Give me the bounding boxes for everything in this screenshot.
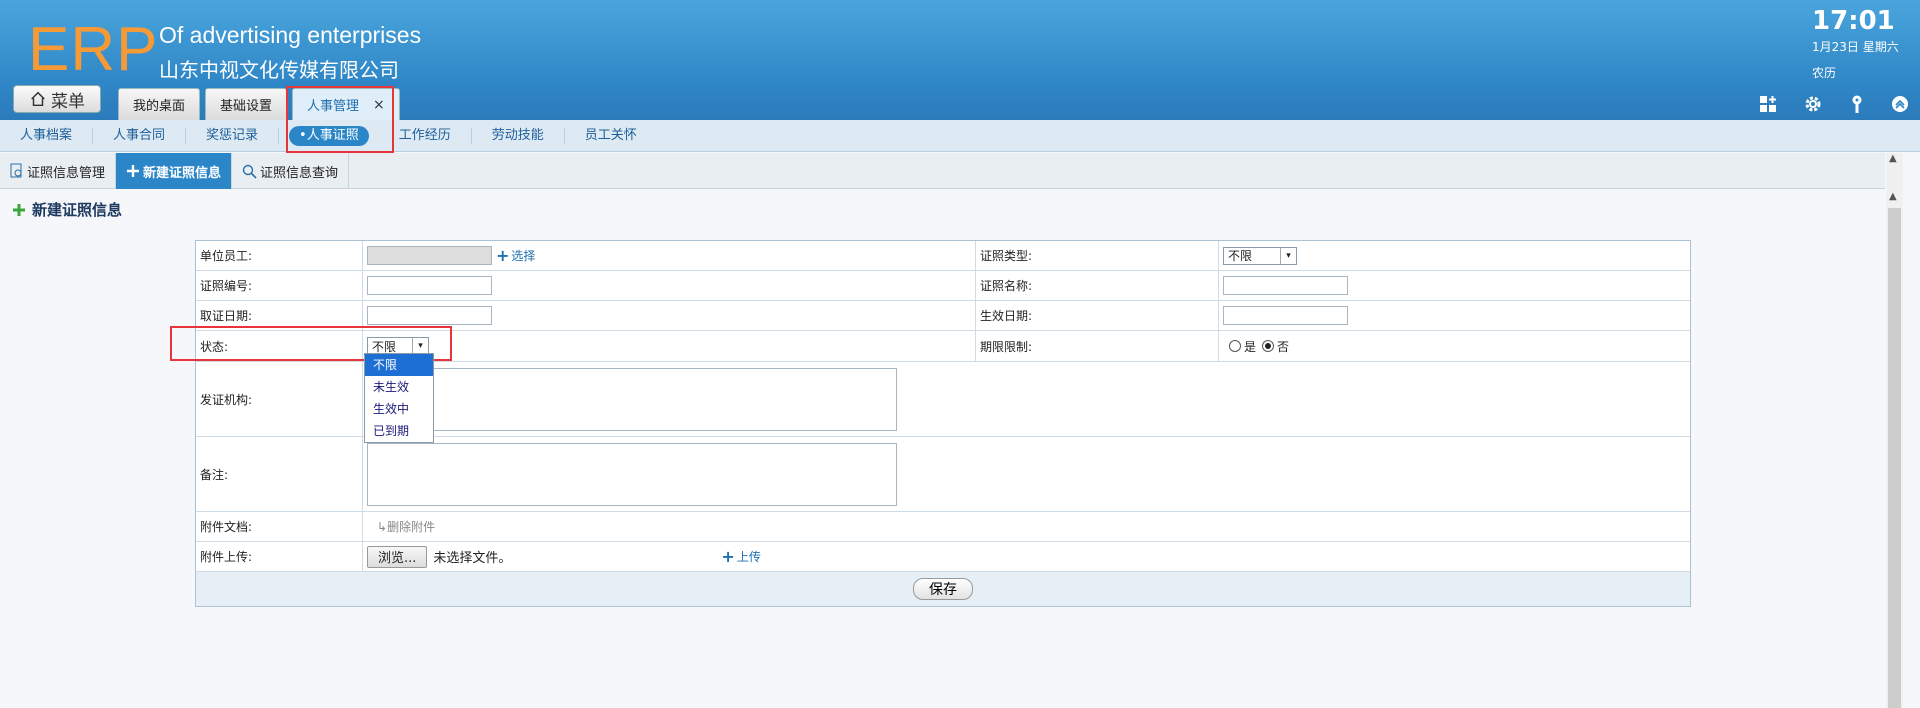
clock: 17:01 <box>1812 6 1895 36</box>
radio-label: 是 <box>1244 339 1257 354</box>
scroll-up-arrow[interactable]: ▲ <box>1889 153 1897 164</box>
plus-icon: + <box>496 246 510 265</box>
tab-label: 我的桌面 <box>133 99 186 114</box>
limit-cell: 是 否 <box>1219 331 1690 361</box>
limit-no-radio[interactable] <box>1262 340 1275 352</box>
dropdown-option[interactable]: 已到期 <box>365 420 433 442</box>
upload-label: 附件上传: <box>196 542 363 571</box>
cert-type-select[interactable]: 不限 ▾ <box>1223 246 1297 265</box>
remark-textarea[interactable] <box>367 442 897 506</box>
add-icon <box>13 203 25 216</box>
plus-icon <box>127 165 140 177</box>
cert-name-cell <box>1219 271 1690 300</box>
limit-label: 期限限制: <box>976 331 1219 361</box>
dropdown-option[interactable]: 不限 <box>365 354 433 376</box>
date-text: 1月23日 星期六 <box>1812 40 1899 54</box>
select-value: 不限 <box>1228 249 1253 263</box>
apps-icon[interactable] <box>1758 94 1778 114</box>
obtain-date-cell <box>363 301 976 330</box>
cert-type-cell: 不限 ▾ <box>1219 241 1690 270</box>
select-employee-link[interactable]: + 选择 <box>496 246 535 265</box>
erp-logo: ERP <box>28 15 159 84</box>
tab-label: 新建证照信息 <box>143 165 222 181</box>
cert-name-label: 证照名称: <box>976 271 1219 300</box>
upload-link[interactable]: + 上传 <box>721 547 760 566</box>
section-title: 新建证照信息 <box>12 199 122 220</box>
collapse-icon[interactable] <box>1890 94 1910 114</box>
tab-cert-query[interactable]: 证照信息查询 <box>232 153 350 189</box>
link-label: 上传 <box>736 550 761 564</box>
link-label: 选择 <box>511 249 536 263</box>
issuer-textarea[interactable] <box>367 367 897 431</box>
subnav-item-rewards[interactable]: 奖惩记录 <box>186 127 280 144</box>
effective-date-cell <box>1219 301 1690 330</box>
tab-new-cert[interactable]: 新建证照信息 <box>116 153 233 189</box>
upload-cell: 浏览... 未选择文件。 + 上传 <box>363 542 1690 571</box>
subnav-item-contract[interactable]: 人事合同 <box>93 127 187 144</box>
tab-label: 基础设置 <box>220 99 273 114</box>
arrow-icon: ↳ <box>377 519 388 534</box>
key-icon[interactable] <box>1847 94 1867 114</box>
tab-label: 证照信息管理 <box>27 165 106 181</box>
subnav-item-labor-skills[interactable]: 劳动技能 <box>472 127 565 144</box>
document-search-icon <box>10 163 22 178</box>
radio-label: 否 <box>1277 339 1290 354</box>
employee-cell: + 选择 <box>363 241 976 270</box>
status-dropdown: 不限 未生效 生效中 已到期 <box>364 353 434 443</box>
save-button[interactable]: 保存 <box>913 578 973 600</box>
link-label: 删除附件 <box>387 520 436 534</box>
form-row: 证照编号: 证照名称: <box>196 271 1690 301</box>
tab-my-desktop[interactable]: 我的桌面 <box>118 88 201 120</box>
chevron-down-icon: ▾ <box>1280 247 1296 264</box>
company-name-en: Of advertising enterprises <box>159 22 422 48</box>
form-row: 附件上传: 浏览... 未选择文件。 + 上传 <box>196 542 1690 572</box>
scroll-thumb[interactable] <box>1888 208 1901 708</box>
remark-cell <box>363 437 1690 511</box>
tab-label: 证照信息查询 <box>260 165 339 181</box>
employee-label: 单位员工: <box>196 241 363 270</box>
menu-button[interactable]: 菜单 <box>13 85 101 113</box>
gear-icon[interactable] <box>1803 94 1823 114</box>
attach-label: 附件文档: <box>196 512 363 541</box>
tab-basic-settings[interactable]: 基础设置 <box>205 88 288 120</box>
save-row: 保存 <box>196 572 1690 606</box>
cert-name-input[interactable] <box>1223 276 1348 295</box>
limit-yes-radio[interactable] <box>1229 340 1241 352</box>
effective-date-label: 生效日期: <box>976 301 1219 330</box>
search-icon <box>242 164 257 179</box>
cert-no-input[interactable] <box>367 276 492 295</box>
company-name-cn: 山东中视文化传媒有限公司 <box>159 58 399 82</box>
page-tab-bar: 证照信息管理 新建证照信息 证照信息查询 <box>0 153 1885 189</box>
home-icon <box>31 91 45 107</box>
highlight-box <box>286 86 394 153</box>
lunar-text: 农历 <box>1812 66 1837 80</box>
issuer-label: 发证机构: <box>196 362 363 436</box>
effective-date-input[interactable] <box>1223 306 1348 325</box>
dropdown-option[interactable]: 生效中 <box>365 398 433 420</box>
form-row: 附件文档: ↳ 删除附件 <box>196 512 1690 542</box>
cert-type-label: 证照类型: <box>976 241 1219 270</box>
subnav-item-personnel-file[interactable]: 人事档案 <box>0 127 94 144</box>
employee-field[interactable] <box>367 246 492 265</box>
delete-attach-link[interactable]: ↳ 删除附件 <box>363 512 1690 541</box>
plus-icon: + <box>721 547 735 566</box>
scroll-up-arrow-inner[interactable]: ▲ <box>1889 191 1897 202</box>
subnav-item-employee-care[interactable]: 员工关怀 <box>565 128 657 144</box>
dropdown-option[interactable]: 未生效 <box>365 376 433 398</box>
menu-label: 菜单 <box>51 91 85 112</box>
issuer-cell <box>363 362 1690 436</box>
section-title-text: 新建证照信息 <box>32 201 123 219</box>
remark-label: 备注: <box>196 437 363 511</box>
vertical-scrollbar[interactable]: ▲ ▲ <box>1886 153 1903 708</box>
cert-no-label: 证照编号: <box>196 271 363 300</box>
obtain-date-input[interactable] <box>367 306 492 325</box>
form-row: 备注: <box>196 437 1690 512</box>
form-row: 单位员工: + 选择 证照类型: 不限 ▾ <box>196 241 1690 271</box>
cert-no-cell <box>363 271 976 300</box>
browse-button[interactable]: 浏览... <box>367 545 428 568</box>
tab-cert-management[interactable]: 证照信息管理 <box>0 153 117 189</box>
status-cell: 不限 ▾ <box>363 331 976 361</box>
no-file-text: 未选择文件。 <box>433 551 512 566</box>
